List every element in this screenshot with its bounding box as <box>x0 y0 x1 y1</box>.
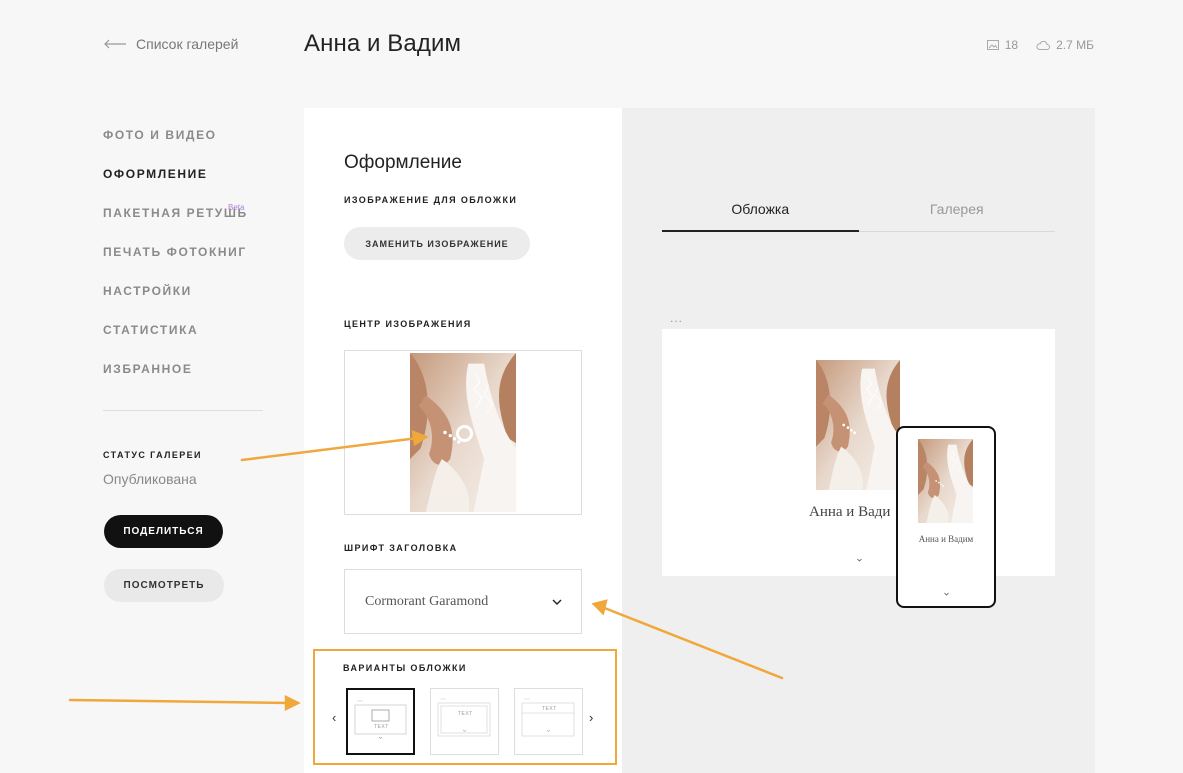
sidebar-item-settings[interactable]: НАСТРОЙКИ <box>103 284 263 323</box>
chevron-right-icon[interactable]: › <box>589 711 593 725</box>
back-link-label: Список галерей <box>136 36 239 52</box>
sidebar-divider <box>103 410 263 411</box>
sidebar-item-photos[interactable]: ФОТО И ВИДЕО <box>103 128 263 167</box>
sidebar-item-batch-retouch[interactable]: ПАКЕТНАЯ РЕТУШЬ Beta <box>103 203 263 245</box>
chevron-left-icon[interactable]: ‹ <box>332 711 336 725</box>
settings-title: Оформление <box>344 152 462 173</box>
mobile-preview: Анна и Вадим <box>896 426 996 608</box>
gallery-status-label: СТАТУС ГАЛЕРЕИ <box>103 450 202 460</box>
tab-gallery[interactable]: Галерея <box>859 192 1056 231</box>
sidebar-item-label: НАСТРОЙКИ <box>103 284 192 298</box>
desktop-preview: Анна и Вади <box>662 329 1055 576</box>
sidebar-nav: ФОТО И ВИДЕО ОФОРМЛЕНИЕ ПАКЕТНАЯ РЕТУШЬ B… <box>103 128 263 401</box>
view-button[interactable]: ПОСМОТРЕТЬ <box>104 569 224 602</box>
variant-layout-thumb <box>521 698 575 737</box>
cover-variants-label: ВАРИАНТЫ ОБЛОЖКИ <box>343 663 467 673</box>
photo-count: 18 <box>1004 38 1019 52</box>
sidebar-item-favorites[interactable]: ИЗБРАННОЕ <box>103 362 263 401</box>
chevron-down-icon <box>944 592 949 596</box>
arrow-left-icon <box>104 39 126 49</box>
cover-preview-panel: Обложка Галерея ... Анна и Вади Анна и В… <box>622 108 1095 773</box>
more-dots-icon[interactable]: ... <box>670 312 683 324</box>
cover-image-label: ИЗОБРАЖЕНИЕ ДЛЯ ОБЛОЖКИ <box>344 195 518 205</box>
mobile-cover-photo <box>918 439 973 523</box>
image-icon <box>986 40 999 50</box>
cloud-icon <box>1036 40 1051 50</box>
desktop-cover-photo <box>816 360 900 490</box>
heading-font-select[interactable]: Cormorant Garamond <box>344 569 582 634</box>
gallery-meta: 18 2.7 МБ <box>986 38 1094 52</box>
replace-image-button[interactable]: ЗАМЕНИТЬ ИЗОБРАЖЕНИЕ <box>344 227 530 260</box>
cover-variant-2[interactable]: TEXT <box>430 688 499 755</box>
variant-text: TEXT <box>542 706 557 712</box>
sidebar-item-photobooks[interactable]: ПЕЧАТЬ ФОТОКНИГ <box>103 245 263 284</box>
gallery-status-value: Опубликована <box>103 471 197 487</box>
desktop-cover-title: Анна и Вади <box>809 504 891 520</box>
storage-size: 2.7 МБ <box>1056 38 1094 52</box>
cover-variant-1[interactable]: TEXT <box>346 688 415 755</box>
back-to-galleries-link[interactable]: Список галерей <box>103 36 238 52</box>
cover-variant-3[interactable]: TEXT <box>514 688 583 755</box>
chevron-down-icon <box>857 558 862 562</box>
heading-font-label: ШРИФТ ЗАГОЛОВКА <box>344 543 458 553</box>
variant-text: TEXT <box>458 711 473 717</box>
variant-layout-thumb <box>437 698 491 737</box>
share-button[interactable]: ПОДЕЛИТЬСЯ <box>104 515 223 548</box>
focal-point-editor[interactable] <box>344 350 582 515</box>
sidebar-item-label: СТАТИСТИКА <box>103 323 199 337</box>
focal-point-handle[interactable] <box>456 425 473 442</box>
sidebar-item-label: ИЗБРАННОЕ <box>103 362 193 376</box>
variant-layout-thumb <box>354 700 407 739</box>
design-settings-panel: Оформление ИЗОБРАЖЕНИЕ ДЛЯ ОБЛОЖКИ ЗАМЕН… <box>304 108 622 773</box>
chevron-down-icon <box>552 599 562 605</box>
sidebar-item-label: ПЕЧАТЬ ФОТОКНИГ <box>103 245 247 259</box>
mobile-cover-title: Анна и Вадим <box>918 534 974 544</box>
variant-text: TEXT <box>374 724 389 730</box>
beta-badge: Beta <box>228 203 245 212</box>
sidebar-item-label: ОФОРМЛЕНИЕ <box>103 167 208 181</box>
preview-tabs: Обложка Галерея <box>662 192 1055 232</box>
sidebar-item-label: ПАКЕТНАЯ РЕТУШЬ <box>103 206 248 220</box>
focal-point-label: ЦЕНТР ИЗОБРАЖЕНИЯ <box>344 319 472 329</box>
tab-cover[interactable]: Обложка <box>662 192 859 232</box>
gallery-title: Анна и Вадим <box>304 30 462 57</box>
sidebar-item-label: ФОТО И ВИДЕО <box>103 128 217 142</box>
font-select-value: Cormorant Garamond <box>365 593 489 609</box>
sidebar-item-statistics[interactable]: СТАТИСТИКА <box>103 323 263 362</box>
cover-variants-section: ВАРИАНТЫ ОБЛОЖКИ ‹ TEXT TEXT TEXT › <box>313 649 617 765</box>
